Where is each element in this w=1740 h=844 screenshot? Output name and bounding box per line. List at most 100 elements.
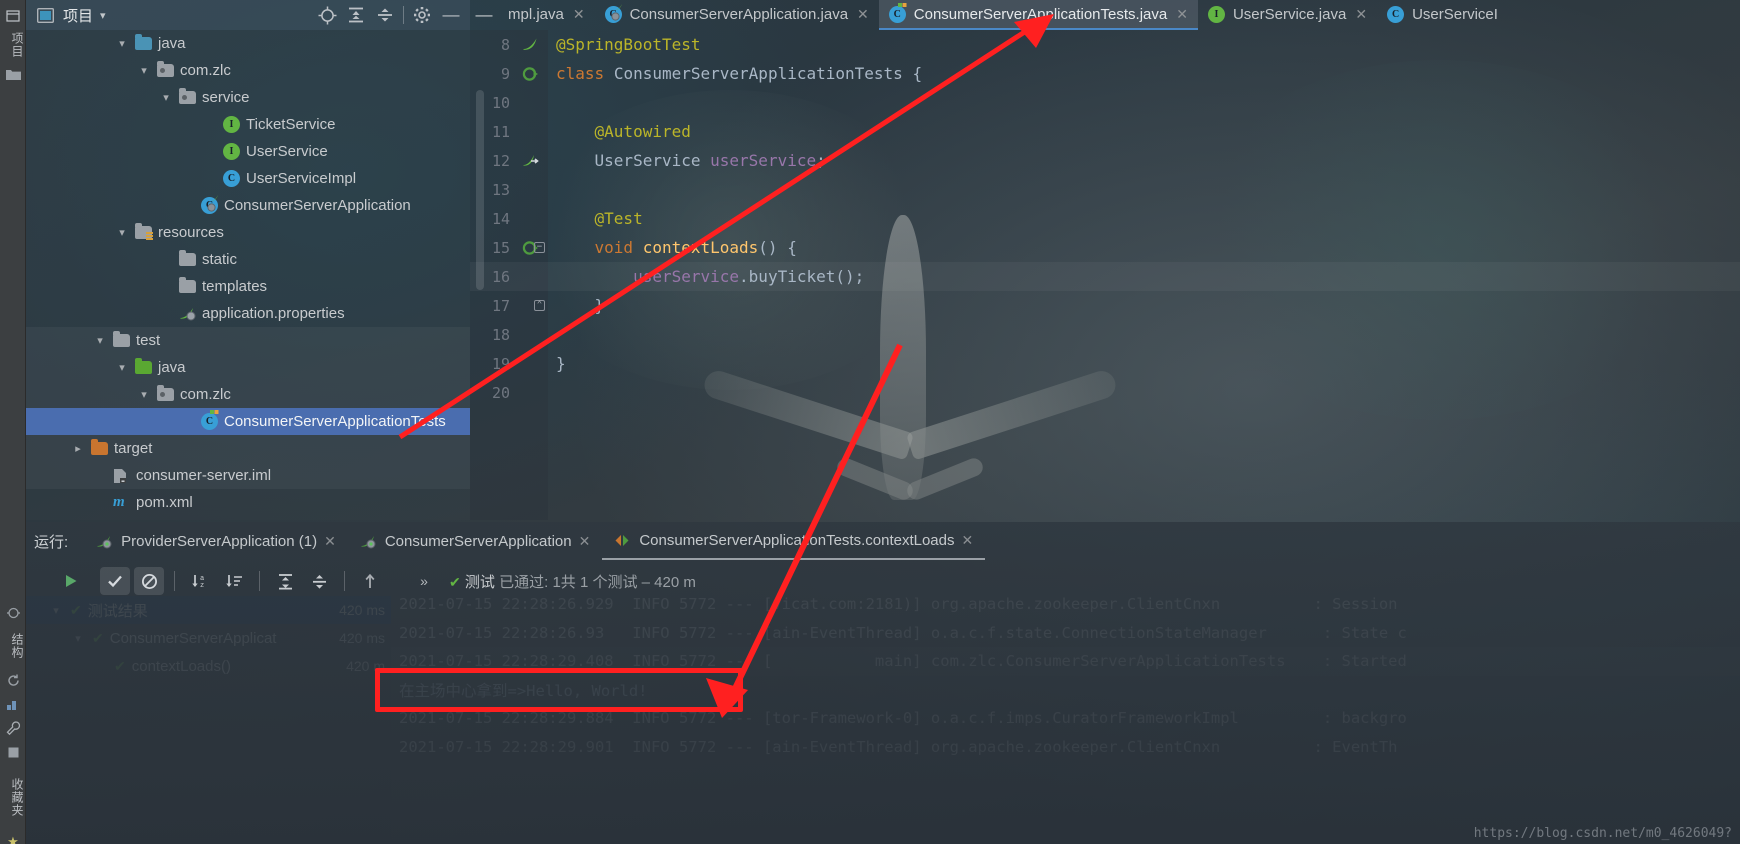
tree-item-pom-xml[interactable]: m pom.xml — [26, 489, 470, 516]
code-line[interactable]: 11 @Autowired — [470, 117, 1740, 146]
project-tree[interactable]: ▾ java ▾ com.zlc ▾ service I TicketService I User… — [26, 30, 470, 520]
line-number: 8 — [500, 35, 510, 54]
close-tab-icon[interactable]: ✕ — [857, 6, 869, 23]
tree-item-label: application.properties — [202, 305, 345, 322]
refresh-icon[interactable] — [0, 668, 26, 692]
tree-item-userservice[interactable]: I UserService — [26, 138, 470, 165]
collapse-all-button[interactable] — [304, 567, 334, 595]
code-fold-toggle[interactable]: − — [534, 242, 545, 253]
run-test-icon — [522, 66, 540, 81]
settings-gear-icon[interactable] — [411, 4, 433, 26]
show-passed-toggle[interactable] — [100, 567, 130, 595]
tree-item-consumer-server-iml[interactable]: consumer-server.iml — [26, 462, 470, 489]
tree-item-static[interactable]: static — [26, 246, 470, 273]
run-tab-consumerserverapplicationtests-contextloads[interactable]: ConsumerServerApplicationTests.contextLo… — [602, 522, 986, 560]
code-line[interactable]: 12 UserService userService; — [470, 146, 1740, 175]
editor-code-area[interactable]: 8 @SpringBootTest 9 class ConsumerServerApp… — [470, 30, 1740, 407]
code-line[interactable]: 20 — [470, 378, 1740, 407]
code-line[interactable]: 17 ⌃ } — [470, 291, 1740, 320]
stop-icon[interactable] — [0, 740, 26, 764]
close-run-tab-icon[interactable]: ✕ — [962, 532, 974, 549]
tree-item-userserviceimpl[interactable]: C UserServiceImpl — [26, 165, 470, 192]
code-line[interactable]: 14 @Test — [470, 204, 1740, 233]
tree-item-service[interactable]: ▾ service — [26, 84, 470, 111]
tree-expand-arrow[interactable]: ▾ — [114, 226, 130, 239]
collapse-all-icon[interactable] — [374, 4, 396, 26]
minimize-panel-icon[interactable]: — — [440, 4, 462, 26]
tree-item-java[interactable]: ▾ java — [26, 354, 470, 381]
editor-tab-bar[interactable]: — mpl.java ✕ C ConsumerServerApplication.jav… — [470, 0, 1740, 30]
expand-all-button[interactable] — [270, 567, 300, 595]
tree-expand-arrow[interactable]: ▸ — [70, 442, 86, 455]
chevron-down-icon[interactable]: ▾ — [100, 9, 106, 22]
sidebar-label-project[interactable]: 项目 — [0, 28, 26, 62]
expand-all-icon[interactable] — [345, 4, 367, 26]
sidebar-label-structure[interactable]: 结构 — [0, 624, 26, 668]
tree-item-ticketservice[interactable]: I TicketService — [26, 111, 470, 138]
editor-tab-userservicei[interactable]: C UserServiceI — [1377, 0, 1508, 30]
tree-item-java[interactable]: ▾ java — [26, 30, 470, 57]
tree-item-consumerserverapplication[interactable]: C ConsumerServerApplication — [26, 192, 470, 219]
code-editor[interactable]: 8 @SpringBootTest 9 class ConsumerServerApp… — [470, 30, 1740, 520]
tree-expand-arrow[interactable]: ▾ — [114, 361, 130, 374]
code-line[interactable]: 15 − void contextLoads() { — [470, 233, 1740, 262]
editor-tab-consumerserverapplication-java[interactable]: C ConsumerServerApplication.java ✕ — [595, 0, 879, 30]
code-text: class ConsumerServerApplicationTests { — [556, 64, 923, 83]
run-tab-consumerserverapplication[interactable]: ConsumerServerApplication ✕ — [348, 522, 603, 560]
class-icon: C — [223, 170, 241, 187]
sort-alphabetically-button[interactable]: az — [185, 567, 215, 595]
editor-tab-userservice-java[interactable]: I UserService.java ✕ — [1198, 0, 1377, 30]
tree-item-target[interactable]: ▸ target — [26, 435, 470, 462]
close-tab-icon[interactable]: ✕ — [573, 6, 585, 23]
test-class-icon: C — [201, 410, 219, 430]
tree-item-templates[interactable]: templates — [26, 273, 470, 300]
tree-expand-arrow[interactable]: ▾ — [92, 334, 108, 347]
gutter-marker[interactable] — [514, 37, 548, 52]
sidebar-label-favorites[interactable]: 收藏夹 — [0, 764, 26, 830]
tree-item-com-zlc[interactable]: ▾ com.zlc — [26, 381, 470, 408]
favorites-star-icon[interactable]: ★ — [0, 830, 26, 844]
test-toolbar[interactable]: az » ✔ 测试 已通过: 1共 1 个测试 – 420 m — [26, 560, 1740, 602]
tree-expand-arrow[interactable]: ▾ — [114, 37, 130, 50]
previous-failed-button[interactable] — [355, 567, 385, 595]
tree-expand-arrow[interactable]: ▾ — [158, 91, 174, 104]
folder-icon[interactable] — [0, 62, 26, 86]
svg-text:z: z — [200, 582, 204, 590]
tree-item-consumerserverapplicationtests[interactable]: C ConsumerServerApplicationTests — [26, 408, 470, 435]
code-line[interactable]: 18 — [470, 320, 1740, 349]
show-ignored-toggle[interactable] — [134, 567, 164, 595]
code-line[interactable]: 13 — [470, 175, 1740, 204]
editor-tab-mpl-java[interactable]: mpl.java ✕ — [498, 0, 595, 30]
project-window-icon[interactable] — [0, 4, 26, 28]
locate-icon[interactable] — [316, 4, 338, 26]
code-line[interactable]: 9 class ConsumerServerApplicationTests { — [470, 59, 1740, 88]
sort-by-duration-button[interactable] — [219, 567, 249, 595]
tree-item-com-zlc[interactable]: ▾ com.zlc — [26, 57, 470, 84]
gutter-marker[interactable] — [514, 66, 548, 81]
close-tab-icon[interactable]: ✕ — [1176, 6, 1188, 23]
close-run-tab-icon[interactable]: ✕ — [579, 533, 591, 550]
code-fold-toggle[interactable]: ⌃ — [534, 300, 545, 311]
more-options-button[interactable]: » — [409, 567, 439, 595]
code-text: UserService userService; — [594, 151, 826, 170]
run-tab-providerserverapplication--1-[interactable]: ProviderServerApplication (1) ✕ — [84, 522, 348, 560]
code-line[interactable]: 16 userService.buyTicket(); — [470, 262, 1740, 291]
window-minimize-button[interactable]: — — [470, 0, 498, 30]
run-tab-bar[interactable]: 运行: ProviderServerApplication (1) ✕ Consum… — [26, 522, 1740, 560]
wrench-icon[interactable] — [0, 716, 26, 740]
tree-item-application-properties[interactable]: application.properties — [26, 300, 470, 327]
rerun-button[interactable] — [56, 567, 86, 595]
tree-expand-arrow[interactable]: ▾ — [136, 64, 152, 77]
code-line[interactable]: 19} — [470, 349, 1740, 378]
close-tab-icon[interactable]: ✕ — [1355, 6, 1367, 23]
tree-expand-arrow[interactable]: ▾ — [136, 388, 152, 401]
build-icon[interactable] — [0, 692, 26, 716]
gutter-marker[interactable] — [514, 153, 548, 168]
close-run-tab-icon[interactable]: ✕ — [324, 533, 336, 550]
code-line[interactable]: 8 @SpringBootTest — [470, 30, 1740, 59]
tree-item-resources[interactable]: ▾ resources — [26, 219, 470, 246]
tree-item-test[interactable]: ▾ test — [26, 327, 470, 354]
code-line[interactable]: 10 — [470, 88, 1740, 117]
editor-tab-consumerserverapplicationtests-java[interactable]: C ConsumerServerApplicationTests.java ✕ — [878, 0, 1198, 30]
debug-icon[interactable] — [0, 600, 26, 624]
